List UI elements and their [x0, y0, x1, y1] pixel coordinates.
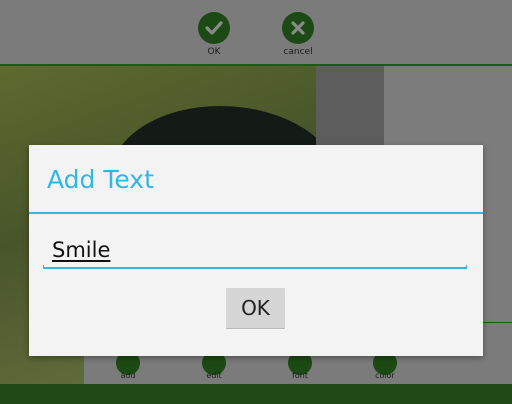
dialog-ok-button[interactable]: OK [226, 288, 285, 329]
edit-tool-label: edit [206, 371, 222, 380]
text-input-underline [43, 265, 467, 269]
toolbar-cancel-button[interactable]: cancel [268, 12, 328, 57]
color-tool-label: color [375, 371, 395, 380]
dialog-title-divider [29, 212, 483, 214]
toolbar-ok-label: OK [207, 47, 221, 57]
add-text-dialog: Add Text OK [29, 145, 483, 356]
font-tool-label: font [292, 371, 308, 380]
close-icon [282, 12, 314, 44]
toolbar-ok-button[interactable]: OK [184, 12, 244, 57]
bottom-bar [0, 384, 512, 404]
add-tool-label: add [120, 371, 136, 380]
dialog-title: Add Text [47, 165, 154, 194]
top-toolbar: OK cancel [0, 0, 512, 66]
check-icon [198, 12, 230, 44]
toolbar-cancel-label: cancel [283, 47, 313, 57]
text-input[interactable] [43, 233, 476, 267]
